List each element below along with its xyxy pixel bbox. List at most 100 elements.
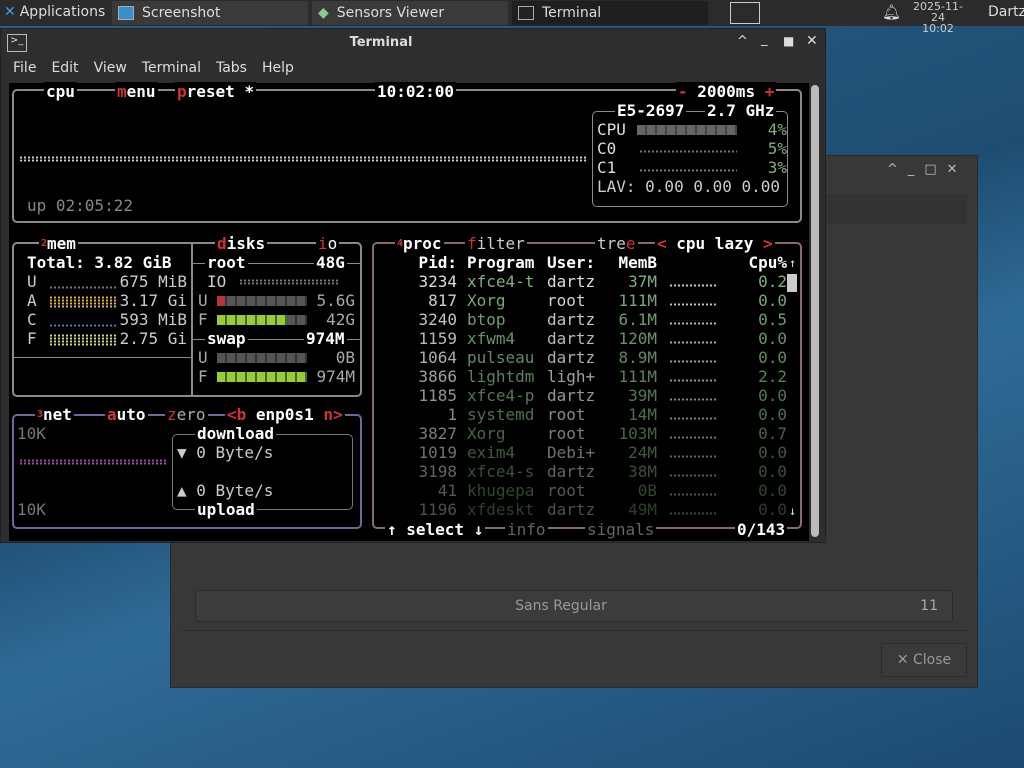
- window-title: Terminal: [349, 35, 413, 50]
- cpu-usage-meter: [639, 150, 737, 153]
- menu-button[interactable]: menu: [115, 82, 158, 102]
- proc-tree-toggle[interactable]: tree: [595, 234, 638, 254]
- proc-pid: 817: [428, 291, 457, 310]
- taskbar-tab-screenshot[interactable]: Screenshot: [112, 1, 308, 25]
- menu-view[interactable]: View: [94, 60, 127, 76]
- menu-file[interactable]: File: [13, 60, 36, 76]
- proc-sort[interactable]: < cpu lazy >: [655, 234, 775, 254]
- io-graph: [239, 279, 339, 285]
- proc-program: xfdeskt: [467, 500, 535, 519]
- proc-pid: 1196: [418, 500, 457, 519]
- taskbar-tab-sensors[interactable]: ◆ Sensors Viewer: [312, 1, 508, 25]
- proc-column-header[interactable]: MemB: [607, 253, 657, 273]
- proc-signals[interactable]: signals: [585, 520, 657, 540]
- proc-cpu-graph: [669, 284, 717, 287]
- update-interval[interactable]: - 2000ms +: [676, 82, 777, 102]
- proc-pid: 1159: [418, 329, 457, 348]
- proc-pid: 1019: [418, 443, 457, 462]
- xfce-logo-icon: ✕: [4, 4, 16, 20]
- proc-title: proc: [403, 234, 442, 253]
- preset-button[interactable]: preset *: [175, 82, 257, 102]
- net-scale-bottom: 10K: [17, 500, 46, 519]
- menu-terminal[interactable]: Terminal: [142, 60, 201, 76]
- clock[interactable]: 2025-11-24 10:02: [908, 1, 968, 34]
- proc-cpu: 0.0: [758, 405, 787, 424]
- shade-button[interactable]: ^: [737, 34, 748, 49]
- close-button[interactable]: ✕ Close: [881, 643, 967, 677]
- cpu-row-label: CPU: [597, 120, 626, 139]
- proc-column-header[interactable]: Program: [467, 253, 547, 273]
- proc-cpu-graph: [669, 322, 717, 325]
- user-menu[interactable]: Dartz: [988, 4, 1024, 20]
- disks-title[interactable]: disks: [215, 234, 268, 254]
- swap-size: 974M: [304, 329, 347, 349]
- proc-pid: 3827: [418, 424, 457, 443]
- cpu-model: E5-2697: [615, 101, 687, 121]
- close-window-button[interactable]: ✕: [806, 33, 818, 49]
- proc-select[interactable]: ↑ select ↓: [385, 520, 486, 540]
- time: 10:02: [922, 22, 954, 35]
- clock-display: 10:02:00: [375, 82, 457, 102]
- mem-meter: [49, 334, 117, 346]
- proc-filter[interactable]: filter: [465, 234, 527, 254]
- root-used: 5.6G: [316, 291, 355, 310]
- proc-cpu: 0.5: [758, 310, 787, 329]
- tab-label: Terminal: [542, 5, 602, 21]
- proc-column-header[interactable]: Pid:: [395, 253, 457, 273]
- terminal-content[interactable]: cpu menu preset * 10:02:00 - 2000ms + up…: [9, 82, 809, 541]
- proc-mem: 49M: [628, 500, 657, 519]
- proc-pid: 3198: [418, 462, 457, 481]
- scroll-up-icon[interactable]: ↑: [789, 253, 796, 273]
- scrollbar[interactable]: [811, 85, 819, 537]
- applications-menu[interactable]: ✕ Applications: [4, 4, 105, 20]
- cpu-row-value: 4%: [767, 120, 787, 139]
- swap-used: 0B: [335, 348, 355, 367]
- proc-program: xfce4-s: [467, 462, 535, 481]
- font-picker-button[interactable]: Sans Regular 11: [195, 590, 953, 622]
- mem-row-value: 675 MiB: [119, 272, 187, 291]
- minimize-button[interactable]: _: [761, 32, 768, 47]
- proc-program: Xorg: [467, 424, 506, 443]
- proc-scrollbar-thumb[interactable]: [787, 274, 797, 292]
- mem-row-label: F: [27, 329, 37, 348]
- proc-cpu-graph: [669, 474, 717, 477]
- proc-info[interactable]: info: [505, 520, 548, 540]
- tab-label: Screenshot: [142, 5, 221, 21]
- load-average: LAV: 0.00 0.00 0.00: [597, 177, 781, 196]
- proc-program: xfce4-p: [467, 386, 535, 405]
- mem-row-label: A: [27, 291, 37, 310]
- proc-pid: 1: [447, 405, 457, 424]
- window-controls[interactable]: ^_□✕: [887, 162, 968, 177]
- proc-column-header[interactable]: Cpu%: [727, 253, 787, 273]
- net-interface[interactable]: <b enp0s1 n>: [225, 405, 345, 425]
- maximize-button[interactable]: ■: [783, 34, 794, 48]
- proc-mem: 37M: [628, 272, 657, 291]
- io-toggle[interactable]: io: [316, 234, 340, 254]
- menu-help[interactable]: Help: [262, 60, 294, 76]
- menu-tabs[interactable]: Tabs: [216, 60, 247, 76]
- net-title: net: [43, 405, 72, 424]
- proc-cpu: 0.0: [758, 291, 787, 310]
- swap-free-bar: [217, 372, 307, 382]
- download-label: download: [195, 424, 277, 444]
- scroll-down-icon[interactable]: ↓: [789, 501, 796, 521]
- cpu-freq: 2.7 GHz: [705, 101, 777, 121]
- proc-program: exim4: [467, 443, 516, 462]
- mem-meter: [49, 296, 117, 308]
- net-auto-toggle[interactable]: auto: [105, 405, 148, 425]
- menu-edit[interactable]: Edit: [51, 60, 78, 76]
- root-free-bar: [217, 315, 307, 325]
- disk-root: root: [205, 253, 248, 273]
- proc-cpu-graph: [669, 341, 717, 344]
- cpu-row-value: 3%: [767, 158, 787, 177]
- notification-bell-icon[interactable]: 🔔︎: [882, 3, 901, 21]
- disk-root-size: 48G: [314, 253, 347, 273]
- date: 2025-11-24: [913, 0, 963, 24]
- proc-mem: 14M: [628, 405, 657, 424]
- taskbar-tab-terminal[interactable]: Terminal: [512, 1, 708, 25]
- terminal-icon: [518, 6, 534, 20]
- proc-program: xfwm4: [467, 329, 516, 348]
- proc-program: xfce4-t: [467, 272, 535, 291]
- net-zero-toggle[interactable]: zero: [165, 405, 208, 425]
- workspace-switcher[interactable]: [730, 2, 760, 24]
